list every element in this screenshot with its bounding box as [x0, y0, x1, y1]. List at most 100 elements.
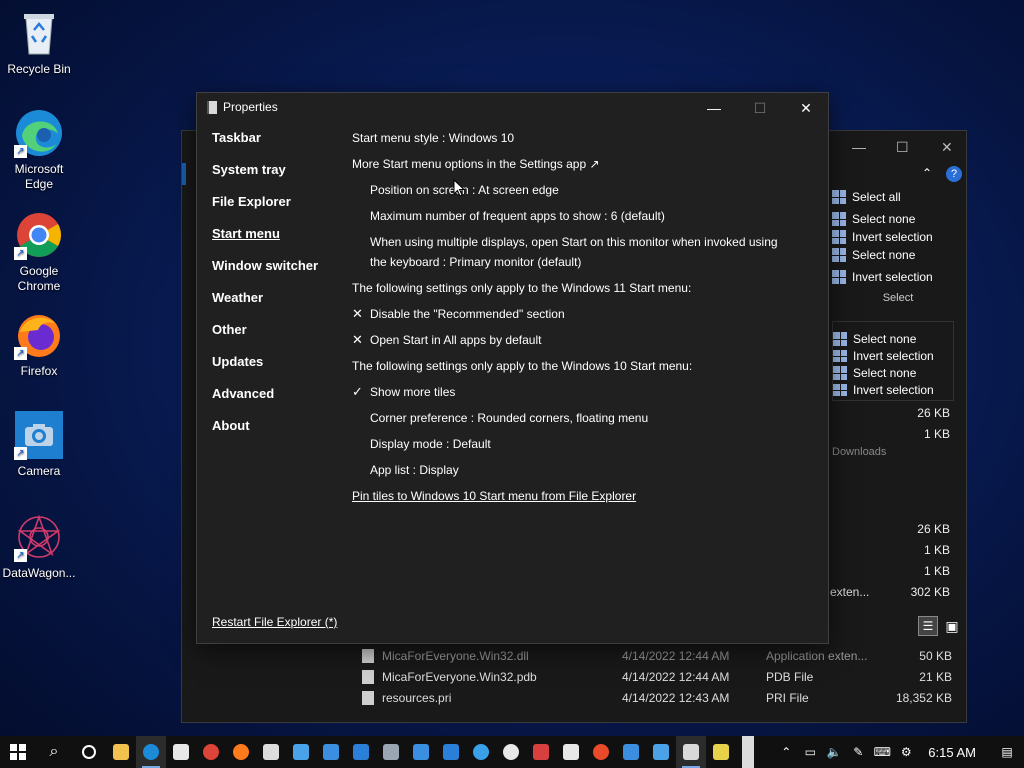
taskbar-properties[interactable] — [676, 736, 706, 768]
news-icon — [533, 744, 549, 760]
select-none-button[interactable]: Select none — [832, 244, 964, 266]
minimize-icon[interactable]: — — [691, 97, 737, 119]
file-icon — [362, 669, 374, 684]
check-icon: ✓ — [352, 384, 363, 399]
pin-tiles-link[interactable]: Pin tiles to Windows 10 Start menu from … — [352, 486, 812, 512]
taskbar-file-explorer[interactable] — [106, 736, 136, 768]
taskbar-firefox[interactable] — [226, 736, 256, 768]
task-view-button[interactable] — [72, 736, 106, 768]
nav-item-taskbar[interactable]: Taskbar — [212, 130, 332, 162]
start-menu-settings: Start menu style : Windows 10 More Start… — [352, 128, 812, 512]
open-all-apps-toggle[interactable]: ✕ Open Start in All apps by default — [352, 330, 812, 356]
nav-item-updates[interactable]: Updates — [212, 354, 332, 386]
max-frequent-apps-option[interactable]: Maximum number of frequent apps to show … — [352, 206, 812, 232]
file-row[interactable]: resources.pri 4/14/2022 12:43 AM PRI Fil… — [362, 687, 962, 708]
taskbar-calendar[interactable] — [346, 736, 376, 768]
nav-item-other[interactable]: Other — [212, 322, 332, 354]
volume-icon[interactable]: 🔈 — [822, 745, 846, 759]
corner-preference-option[interactable]: Corner preference : Rounded corners, flo… — [352, 408, 812, 434]
settings-gear-icon[interactable]: ⚙ — [894, 745, 918, 759]
explorer-maximize-icon[interactable]: ☐ — [896, 139, 909, 156]
file-row[interactable]: MicaForEveryone.Win32.pdb 4/14/2022 12:4… — [362, 666, 962, 687]
notification-center-icon[interactable]: ▤ — [990, 745, 1024, 759]
app-list-option[interactable]: App list : Display — [352, 460, 812, 486]
desktop-icon-edge[interactable]: ↗ Microsoft Edge — [0, 108, 78, 192]
invert-selection-button[interactable]: Invert selection — [832, 266, 964, 288]
cross-icon: ✕ — [352, 332, 363, 347]
select-none-button[interactable]: Select none — [833, 328, 953, 350]
file-size: 26 KB — [917, 522, 950, 536]
taskbar-notepad[interactable] — [286, 736, 316, 768]
taskbar-camera[interactable] — [376, 736, 406, 768]
taskbar-todo[interactable] — [616, 736, 646, 768]
dialog-titlebar[interactable]: Properties — ☐ ✕ — [197, 93, 828, 123]
help-icon[interactable]: ? — [946, 166, 962, 182]
taskbar-edge[interactable] — [136, 736, 166, 768]
disable-recommended-toggle[interactable]: ✕ Disable the "Recommended" section — [352, 304, 812, 330]
details-view-icon[interactable]: ☰ — [918, 616, 938, 636]
file-size: 302 KB — [910, 585, 950, 599]
taskbar-calculator[interactable] — [316, 736, 346, 768]
search-button[interactable]: ⌕ — [36, 736, 72, 768]
select-none-button[interactable]: Select none — [833, 362, 953, 384]
desktop-icon-recycle-bin[interactable]: Recycle Bin — [0, 8, 78, 77]
desktop-icon-chrome[interactable]: ↗ Google Chrome — [0, 210, 78, 294]
invert-selection-button[interactable]: Invert selection — [833, 384, 953, 396]
ribbon-collapse-icon[interactable]: ⌃ — [922, 166, 932, 180]
maximize-icon[interactable]: ☐ — [737, 97, 783, 119]
file-row[interactable]: MicaForEveryone.Win32.dll 4/14/2022 12:4… — [362, 645, 962, 666]
taskbar-notes[interactable] — [706, 736, 736, 768]
taskbar-chrome[interactable] — [196, 736, 226, 768]
start-menu-style-option[interactable]: Start menu style : Windows 10 — [352, 128, 812, 154]
dialog-title: Properties — [223, 100, 278, 114]
invert-selection-button[interactable]: Invert selection — [833, 350, 953, 362]
desktop-icon-camera[interactable]: ↗ Camera — [0, 410, 78, 479]
keyboard-icon[interactable]: ⌨ — [870, 745, 894, 759]
nav-item-file-explorer[interactable]: File Explorer — [212, 194, 332, 226]
select-all-button[interactable]: Select all — [832, 186, 964, 208]
taskbar-people[interactable] — [406, 736, 436, 768]
file-size: 1 KB — [923, 543, 950, 557]
clock[interactable]: 6:15 AM — [918, 745, 990, 760]
invert-selection-button[interactable]: Invert selection — [832, 230, 964, 244]
large-icons-view-icon[interactable]: ▣ — [942, 616, 962, 636]
explorer-titlebar-buttons: — ☐ ✕ — [826, 131, 966, 163]
tray-overflow-icon[interactable]: ⌃ — [774, 745, 798, 759]
taskbar-help[interactable] — [436, 736, 466, 768]
display-mode-option[interactable]: Display mode : Default — [352, 434, 812, 460]
properties-dialog[interactable]: Properties — ☐ ✕ Taskbar System tray Fil… — [196, 92, 829, 644]
settings-nav: Taskbar System tray File Explorer Start … — [212, 130, 332, 450]
nav-item-advanced[interactable]: Advanced — [212, 386, 332, 418]
explorer-close-icon[interactable]: ✕ — [941, 139, 953, 156]
start-button[interactable] — [0, 736, 36, 768]
show-more-tiles-toggle[interactable]: ✓ Show more tiles — [352, 382, 812, 408]
desktop-icon-label: DataWagon... — [2, 566, 76, 580]
taskbar-media[interactable] — [496, 736, 526, 768]
pen-icon[interactable]: ✎ — [846, 745, 870, 759]
select-none-button[interactable]: Select none — [832, 208, 964, 230]
close-icon[interactable]: ✕ — [783, 97, 829, 119]
calculator-icon — [323, 744, 339, 760]
nav-item-about[interactable]: About — [212, 418, 332, 450]
taskbar-news[interactable] — [526, 736, 556, 768]
taskbar-app[interactable] — [646, 736, 676, 768]
taskbar-solitaire[interactable] — [556, 736, 586, 768]
more-start-options-link[interactable]: More Start menu options in the Settings … — [352, 154, 812, 180]
nav-item-start-menu[interactable]: Start menu — [212, 226, 332, 258]
taskbar-xbox[interactable] — [466, 736, 496, 768]
desktop-icon-datawagon[interactable]: ↗ DataWagon... — [0, 512, 78, 581]
taskbar-store[interactable] — [166, 736, 196, 768]
desktop-icon-label: Firefox — [20, 364, 58, 378]
desktop-icon-firefox[interactable]: ↗ Firefox — [0, 310, 78, 379]
nav-item-window-switcher[interactable]: Window switcher — [212, 258, 332, 290]
restart-file-explorer-link[interactable]: Restart File Explorer (*) — [212, 615, 337, 629]
explorer-minimize-icon[interactable]: — — [852, 139, 866, 155]
taskbar-maps[interactable] — [586, 736, 616, 768]
nav-item-system-tray[interactable]: System tray — [212, 162, 332, 194]
nav-item-weather[interactable]: Weather — [212, 290, 332, 322]
taskbar-7zip[interactable] — [256, 736, 286, 768]
network-icon[interactable]: ▭ — [798, 745, 822, 759]
show-desktop-strip[interactable] — [742, 736, 754, 768]
position-on-screen-option[interactable]: Position on screen : At screen edge — [352, 180, 812, 206]
multi-display-option[interactable]: When using multiple displays, open Start… — [352, 232, 812, 278]
